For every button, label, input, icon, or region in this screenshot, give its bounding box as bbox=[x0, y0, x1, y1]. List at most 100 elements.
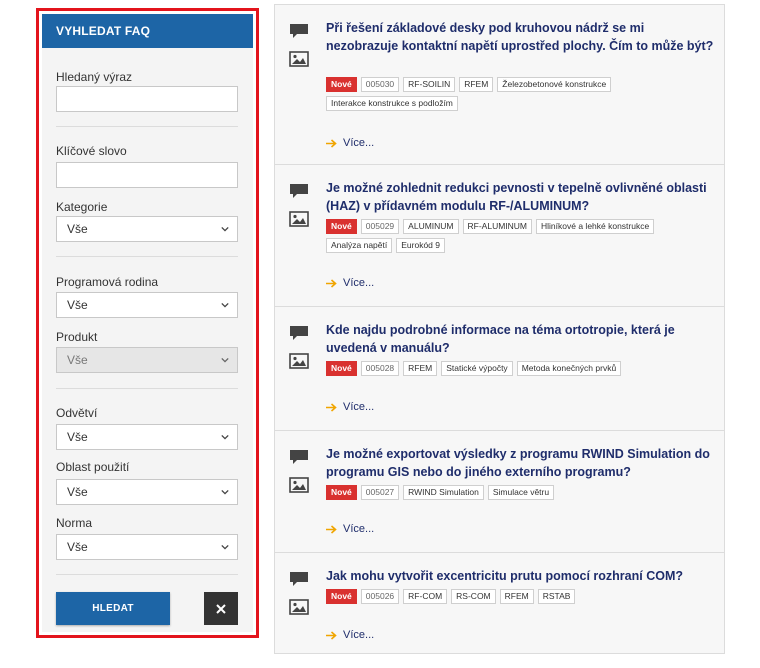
tag[interactable]: RFEM bbox=[403, 361, 438, 376]
more-link-label: Více... bbox=[343, 523, 375, 535]
chevron-down-icon bbox=[221, 434, 229, 440]
more-link-label: Více... bbox=[343, 137, 375, 149]
tag[interactable]: Metoda konečných prvků bbox=[516, 361, 622, 376]
more-link-label: Více... bbox=[343, 277, 375, 289]
comment-icon bbox=[290, 572, 308, 586]
more-link[interactable]: Více... bbox=[326, 523, 374, 535]
chevron-down-icon bbox=[221, 226, 229, 232]
comment-icon bbox=[290, 24, 308, 38]
standard-select[interactable]: Vše bbox=[56, 534, 238, 560]
faq-id: 005029 bbox=[360, 219, 400, 234]
tag[interactable]: RF-SOILIN bbox=[403, 77, 456, 92]
more-link-label: Více... bbox=[343, 401, 375, 413]
tag[interactable]: Eurokód 9 bbox=[396, 238, 445, 253]
divider bbox=[56, 256, 238, 257]
industry-label: Odvětví bbox=[56, 406, 98, 420]
standard-label: Norma bbox=[56, 516, 93, 530]
chevron-down-icon bbox=[221, 489, 229, 495]
tag[interactable]: RS-COM bbox=[451, 589, 496, 604]
faq-search-panel: VYHLEDAT FAQ Hledaný výraz Klíčové slovo… bbox=[36, 8, 259, 638]
tag[interactable]: Hliníkové a lehké konstrukce bbox=[536, 219, 655, 234]
comment-icon bbox=[290, 184, 308, 198]
more-link-label: Více... bbox=[343, 629, 375, 641]
faq-title-link[interactable]: Je možné zohlednit redukci pevnosti v te… bbox=[326, 179, 716, 215]
faq-title-link[interactable]: Kde najdu podrobné informace na téma ort… bbox=[326, 321, 716, 357]
chevron-down-icon bbox=[221, 544, 229, 550]
tag[interactable]: RF-ALUMINUM bbox=[462, 219, 533, 234]
keyword-input[interactable] bbox=[56, 162, 238, 188]
tag[interactable]: Interakce konstrukce s podložím bbox=[326, 96, 458, 111]
industry-select-value: Vše bbox=[67, 430, 88, 444]
faq-search-panel-body: VYHLEDAT FAQ Hledaný výraz Klíčové slovo… bbox=[42, 14, 253, 632]
faq-item: Kde najdu podrobné informace na téma ort… bbox=[275, 307, 724, 431]
faq-id: 005027 bbox=[360, 485, 400, 500]
image-icon bbox=[289, 599, 309, 615]
tag[interactable]: RF-COM bbox=[403, 589, 448, 604]
product-label: Produkt bbox=[56, 330, 98, 344]
industry-select[interactable]: Vše bbox=[56, 424, 238, 450]
arrow-right-icon bbox=[326, 524, 337, 534]
faq-item: Jak mohu vytvořit excentricitu prutu pom… bbox=[275, 553, 724, 653]
clear-button[interactable] bbox=[204, 592, 238, 625]
arrow-right-icon bbox=[326, 278, 337, 288]
tag[interactable]: RWIND Simulation bbox=[403, 485, 484, 500]
image-icon bbox=[289, 477, 309, 493]
faq-id: 005028 bbox=[360, 361, 400, 376]
tag[interactable]: RSTAB bbox=[537, 589, 576, 604]
product-select[interactable]: Vše bbox=[56, 347, 238, 373]
arrow-right-icon bbox=[326, 630, 337, 640]
faq-title-link[interactable]: Je možné exportovat výsledky z programu … bbox=[326, 445, 716, 481]
close-icon bbox=[216, 604, 226, 614]
chevron-down-icon bbox=[221, 357, 229, 363]
program-family-label: Programová rodina bbox=[56, 275, 159, 289]
tag[interactable]: RFEM bbox=[499, 589, 534, 604]
faq-id: 005030 bbox=[360, 77, 400, 92]
faq-title-link[interactable]: Jak mohu vytvořit excentricitu prutu pom… bbox=[326, 567, 716, 585]
panel-title: VYHLEDAT FAQ bbox=[42, 14, 253, 48]
product-select-value: Vše bbox=[67, 353, 88, 367]
more-link[interactable]: Více... bbox=[326, 401, 374, 413]
image-icon bbox=[289, 51, 309, 67]
keyword-label: Klíčové slovo bbox=[56, 144, 127, 158]
more-link[interactable]: Více... bbox=[326, 629, 374, 641]
faq-id: 005026 bbox=[360, 589, 400, 604]
tag[interactable]: Železobetonové konstrukce bbox=[497, 77, 612, 92]
faq-item: Při řešení základové desky pod kruhovou … bbox=[275, 5, 724, 165]
divider bbox=[56, 388, 238, 389]
faq-tags: Nové 005026 RF-COM RS-COM RFEM RSTAB bbox=[326, 589, 716, 604]
search-phrase-label: Hledaný výraz bbox=[56, 70, 133, 84]
image-icon bbox=[289, 353, 309, 369]
tag[interactable]: ALUMINUM bbox=[403, 219, 459, 234]
more-link[interactable]: Více... bbox=[326, 277, 374, 289]
faq-tags: Nové 005029 ALUMINUM RF-ALUMINUM Hliníko… bbox=[326, 219, 716, 253]
new-badge: Nové bbox=[326, 219, 357, 234]
comment-icon bbox=[290, 326, 308, 340]
tag[interactable]: Statické výpočty bbox=[441, 361, 513, 376]
faq-title-link[interactable]: Při řešení základové desky pod kruhovou … bbox=[326, 19, 716, 55]
new-badge: Nové bbox=[326, 485, 357, 500]
faq-tags: Nové 005028 RFEM Statické výpočty Metoda… bbox=[326, 361, 716, 376]
search-phrase-input[interactable] bbox=[56, 86, 238, 112]
arrow-right-icon bbox=[326, 402, 337, 412]
standard-select-value: Vše bbox=[67, 540, 88, 554]
application-area-label: Oblast použití bbox=[56, 460, 130, 474]
chevron-down-icon bbox=[221, 302, 229, 308]
faq-item: Je možné zohlednit redukci pevnosti v te… bbox=[275, 165, 724, 307]
new-badge: Nové bbox=[326, 77, 357, 92]
comment-icon bbox=[290, 450, 308, 464]
tag[interactable]: Analýza napětí bbox=[326, 238, 393, 253]
arrow-right-icon bbox=[326, 138, 337, 148]
category-select[interactable]: Vše bbox=[56, 216, 238, 242]
application-area-select[interactable]: Vše bbox=[56, 479, 238, 505]
tag[interactable]: Simulace větru bbox=[487, 485, 555, 500]
tag[interactable]: RFEM bbox=[459, 77, 494, 92]
new-badge: Nové bbox=[326, 589, 357, 604]
more-link[interactable]: Více... bbox=[326, 137, 374, 149]
application-area-select-value: Vše bbox=[67, 485, 88, 499]
search-button[interactable]: HLEDAT bbox=[56, 592, 170, 625]
new-badge: Nové bbox=[326, 361, 357, 376]
faq-tags: Nové 005027 RWIND Simulation Simulace vě… bbox=[326, 485, 716, 500]
program-family-select[interactable]: Vše bbox=[56, 292, 238, 318]
faq-list: Při řešení základové desky pod kruhovou … bbox=[274, 4, 725, 654]
category-select-value: Vše bbox=[67, 222, 88, 236]
